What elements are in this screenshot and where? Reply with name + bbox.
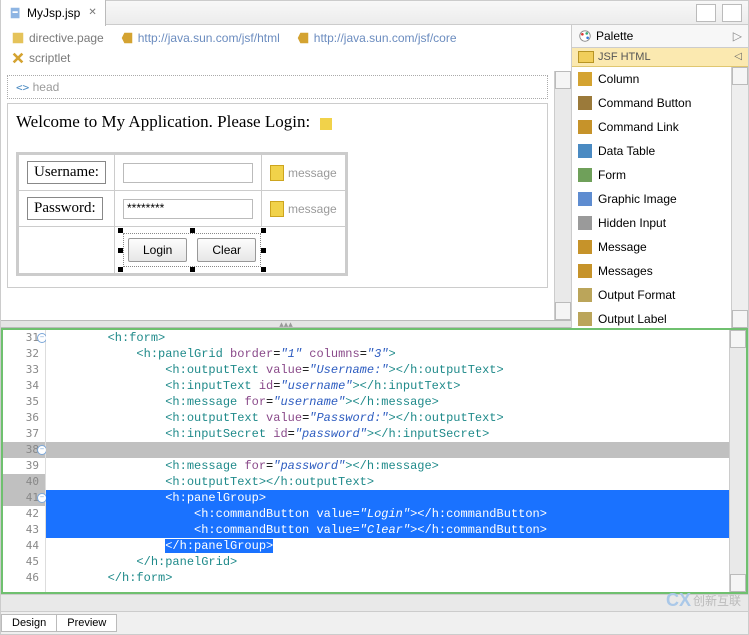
palette-item-label: Graphic Image	[598, 192, 677, 206]
button-panel-group[interactable]: Login Clear	[123, 233, 261, 267]
design-vertical-scrollbar[interactable]	[554, 71, 571, 320]
palette-item-label: Command Button	[598, 96, 691, 110]
close-icon[interactable]: ✕	[88, 7, 96, 18]
palette-item-label: Output Label	[598, 312, 667, 326]
component-icon	[578, 312, 592, 326]
login-button[interactable]: Login	[128, 238, 187, 262]
minimize-view-button[interactable]	[696, 4, 716, 22]
tab-design[interactable]: Design	[1, 614, 57, 632]
palette-vertical-scrollbar[interactable]	[731, 67, 748, 328]
editor-tabs-bar: MyJsp.jsp ✕	[1, 1, 748, 25]
palette-icon	[578, 29, 592, 43]
palette-title: Palette	[596, 29, 633, 43]
scroll-up-arrow[interactable]	[555, 71, 571, 89]
breadcrumb-taglib-core[interactable]: http://java.sun.com/jsf/core	[296, 31, 457, 45]
component-icon	[578, 264, 592, 278]
message-text: message	[288, 166, 337, 180]
palette-item-label: Output Format	[598, 288, 675, 302]
source-horizontal-scrollbar[interactable]	[1, 594, 748, 611]
component-icon	[578, 72, 592, 86]
component-icon	[578, 120, 592, 134]
editor-tab-label: MyJsp.jsp	[27, 6, 80, 20]
password-label: Password:	[27, 197, 103, 220]
palette-item[interactable]: Output Format	[572, 283, 731, 307]
palette-items-list: Column Command Button Command Link Data Tab…	[572, 67, 731, 328]
directive-icon	[11, 31, 25, 45]
message-text: message	[288, 202, 337, 216]
component-icon	[578, 192, 592, 206]
jsp-breadcrumb-row-2: scriptlet	[1, 51, 571, 71]
collapse-icon[interactable]: ◁	[734, 48, 742, 66]
palette-item[interactable]: Output Label	[572, 307, 731, 328]
code-area[interactable]: <h:form> <h:panelGrid border="1" columns…	[46, 330, 729, 592]
password-input[interactable]: ********	[123, 199, 253, 219]
page-body: Welcome to My Application. Please Login:…	[7, 103, 548, 288]
palette-item-label: Data Table	[598, 144, 655, 158]
jsp-file-icon	[9, 6, 23, 20]
editor-mode-tabs: Design Preview	[1, 611, 748, 634]
scriptlet-icon	[11, 51, 25, 65]
palette-item-label: Message	[598, 240, 647, 254]
breadcrumb-scriptlet[interactable]: scriptlet	[11, 51, 70, 65]
palette-item-label: Form	[598, 168, 626, 182]
head-section[interactable]: <> head	[7, 75, 548, 99]
component-icon	[578, 144, 592, 158]
message-icon	[270, 165, 284, 181]
palette-header[interactable]: Palette ▷	[572, 25, 748, 48]
scroll-up-arrow[interactable]	[730, 330, 746, 348]
palette-item[interactable]: Messages	[572, 259, 731, 283]
scroll-down-arrow[interactable]	[555, 302, 571, 320]
breadcrumb-directive[interactable]: directive.page	[11, 31, 104, 45]
component-icon	[578, 168, 592, 182]
taglib-icon	[120, 31, 134, 45]
palette-item[interactable]: Hidden Input	[572, 211, 731, 235]
editor-tab[interactable]: MyJsp.jsp ✕	[1, 0, 106, 26]
username-label: Username:	[27, 161, 106, 184]
login-form-panel[interactable]: Username: message Password: ******** mes…	[16, 152, 348, 276]
source-editor[interactable]: 31−32333435363738−394041−4243444546 <h:f…	[1, 328, 748, 594]
palette-item-label: Column	[598, 72, 639, 86]
welcome-text: Welcome to My Application. Please Login:	[16, 112, 310, 131]
breadcrumb-taglib-html[interactable]: http://java.sun.com/jsf/html	[120, 31, 280, 45]
palette-item[interactable]: Data Table	[572, 139, 731, 163]
palette-group-jsf-html[interactable]: JSF HTML ◁	[572, 48, 748, 67]
palette-item-label: Hidden Input	[598, 216, 666, 230]
palette-item[interactable]: Form	[572, 163, 731, 187]
scroll-down-arrow[interactable]	[732, 310, 748, 328]
anchor-icon[interactable]	[320, 118, 332, 130]
component-icon	[578, 240, 592, 254]
palette-item[interactable]: Command Link	[572, 115, 731, 139]
component-icon	[578, 96, 592, 110]
scroll-down-arrow[interactable]	[730, 574, 746, 592]
palette-item[interactable]: Graphic Image	[572, 187, 731, 211]
design-surface[interactable]: <> head Welcome to My Application. Pleas…	[1, 71, 554, 320]
palette-group-folder-icon	[578, 51, 594, 63]
palette-item-label: Messages	[598, 264, 653, 278]
component-icon	[578, 216, 592, 230]
palette-item[interactable]: Column	[572, 67, 731, 91]
component-icon	[578, 288, 592, 302]
angle-brackets-icon: <>	[16, 81, 29, 94]
tab-preview[interactable]: Preview	[56, 614, 117, 632]
chevron-right-icon[interactable]: ▷	[733, 29, 742, 43]
maximize-view-button[interactable]	[722, 4, 742, 22]
message-icon	[270, 201, 284, 217]
palette-item[interactable]: Message	[572, 235, 731, 259]
source-vertical-scrollbar[interactable]	[729, 330, 746, 592]
horizontal-splitter[interactable]: ▴▴▴	[1, 320, 571, 328]
palette-item[interactable]: Command Button	[572, 91, 731, 115]
scroll-up-arrow[interactable]	[732, 67, 748, 85]
username-input[interactable]	[123, 163, 253, 183]
jsp-breadcrumb-row-1: directive.page http://java.sun.com/jsf/h…	[1, 25, 571, 51]
clear-button[interactable]: Clear	[197, 238, 256, 262]
line-number-gutter[interactable]: 31−32333435363738−394041−4243444546	[3, 330, 46, 592]
palette-item-label: Command Link	[598, 120, 679, 134]
taglib-icon	[296, 31, 310, 45]
